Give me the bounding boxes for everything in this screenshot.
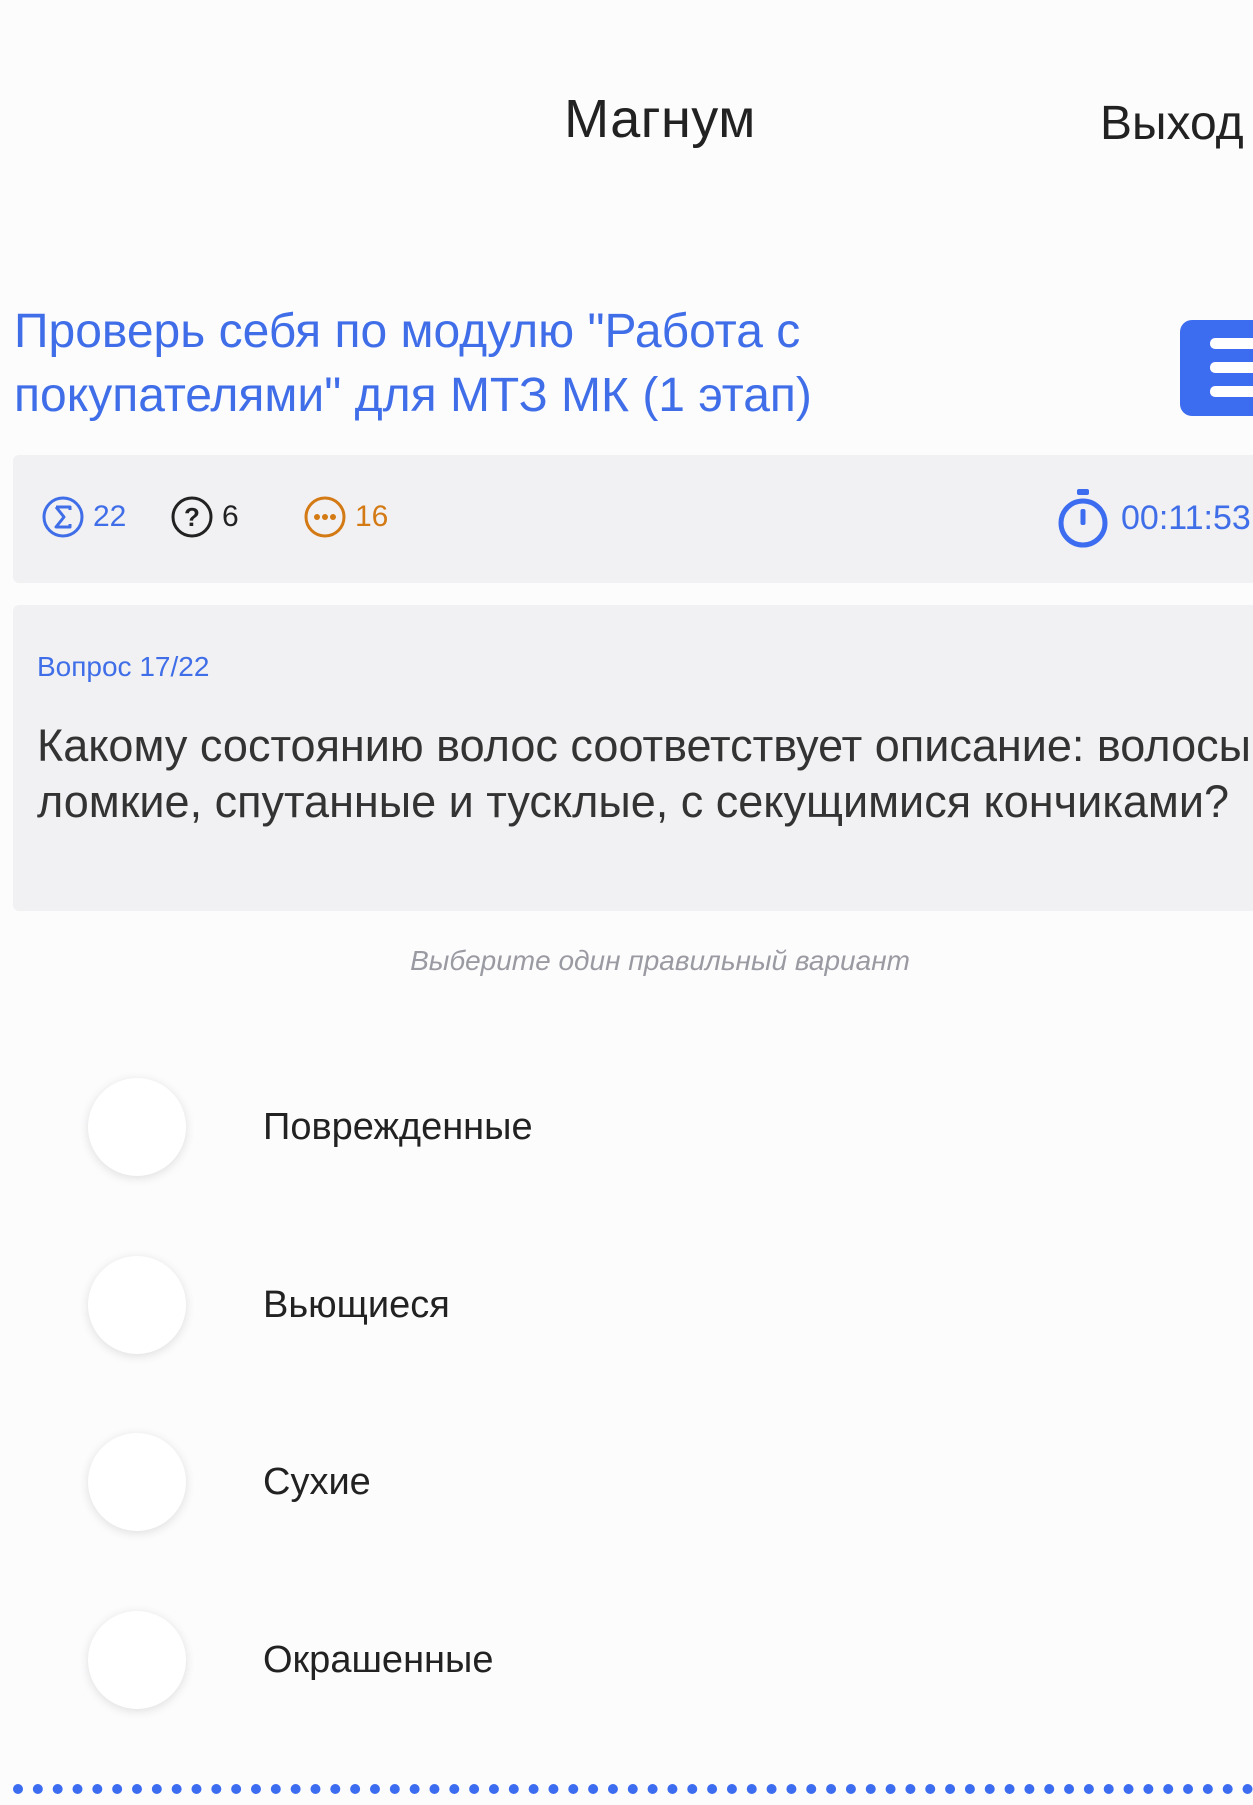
stat-timer: 00:11:53 [1053,487,1251,549]
radio-button[interactable] [88,1433,186,1531]
question-number: Вопрос 17/22 [37,651,210,682]
question-circle-icon: ? [171,496,213,538]
answer-option-label: Вьющиеся [263,1284,450,1326]
dotted-divider [13,1784,1253,1794]
answer-option-label: Окрашенные [263,1639,494,1681]
sigma-circle-icon [42,496,84,538]
stat-questions: ? 6 [170,495,239,539]
answer-option[interactable]: Окрашенные [88,1611,1188,1711]
stat-remaining-value: 16 [355,500,389,533]
ellipsis-circle-icon [304,496,346,538]
stat-remaining: 16 [303,495,388,539]
app-header: Магнум Выход [0,0,1253,250]
answer-instruction: Выберите один правильный вариант [410,945,910,976]
answer-option[interactable]: Поврежденные [88,1078,1188,1178]
stat-questions-value: 6 [222,500,239,533]
stopwatch-icon [1058,489,1108,548]
answer-option[interactable]: Вьющиеся [88,1256,1188,1356]
radio-button[interactable] [88,1078,186,1176]
answer-option[interactable]: Сухие [88,1433,1188,1533]
quiz-page: Магнум Выход Проверь себя по модулю "Раб… [0,0,1253,1805]
timer-value: 00:11:53 [1121,498,1251,537]
answer-option-label: Сухие [263,1461,371,1503]
question-text: Какому состоянию волос соответствует опи… [37,720,1251,827]
test-title: Проверь себя по модулю "Работа с покупат… [14,305,812,422]
radio-button[interactable] [88,1611,186,1709]
radio-button[interactable] [88,1256,186,1354]
svg-text:?: ? [184,502,200,532]
menu-button[interactable] [1180,320,1253,416]
answer-option-label: Поврежденные [263,1106,533,1148]
app-title: Магнум [564,89,756,149]
stat-total-value: 22 [93,500,127,533]
stat-total: 22 [41,495,126,539]
stats-panel: 22 ? 6 16 00:11:53 [13,455,1253,583]
question-panel: Вопрос 17/22 Какому состоянию волос соот… [13,605,1253,911]
exit-link[interactable]: Выход [1100,96,1244,151]
